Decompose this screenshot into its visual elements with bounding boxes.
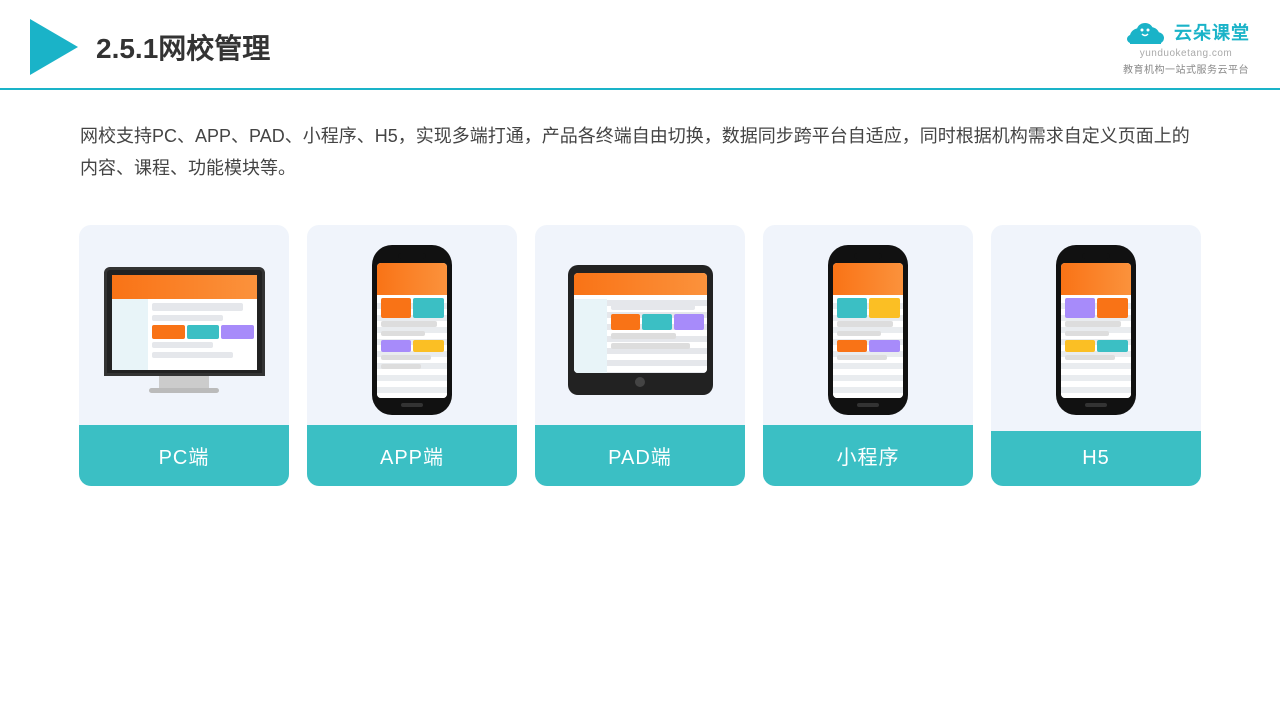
card-app-label: APP端	[307, 425, 517, 486]
phone-app-icon	[372, 245, 452, 415]
card-pad: PAD端	[535, 225, 745, 486]
brand-name: 云朵课堂	[1174, 19, 1250, 45]
header-left: 2.5.1网校管理	[30, 19, 270, 75]
card-pc-label: PC端	[79, 425, 289, 486]
brand-logo: 云朵课堂	[1122, 18, 1250, 46]
brand-section: 云朵课堂 yunduoketang.com 教育机构一站式服务云平台	[1122, 18, 1250, 76]
card-h5-label: H5	[991, 431, 1201, 486]
card-h5: H5	[991, 225, 1201, 486]
brand-url: yunduoketang.com	[1140, 48, 1233, 59]
card-miniapp: 小程序	[763, 225, 973, 486]
logo-icon	[30, 19, 78, 75]
phone-h5-icon	[1056, 245, 1136, 415]
pc-monitor-icon	[104, 267, 265, 393]
phone-miniapp-icon	[828, 245, 908, 415]
card-app-image	[307, 225, 517, 425]
cloud-icon	[1122, 18, 1168, 46]
card-h5-image	[991, 225, 1201, 425]
description-text: 网校支持PC、APP、PAD、小程序、H5，实现多端打通，产品各终端自由切换，数…	[0, 90, 1280, 195]
header: 2.5.1网校管理 云朵课堂 yunduoketang.com 教育机构一站式服…	[0, 0, 1280, 90]
card-pc-image	[79, 225, 289, 425]
card-pad-image	[535, 225, 745, 425]
card-pad-label: PAD端	[535, 425, 745, 486]
card-pc: PC端	[79, 225, 289, 486]
page-title: 2.5.1网校管理	[96, 27, 270, 67]
tablet-pad-icon	[568, 265, 713, 395]
brand-subtitle: 教育机构一站式服务云平台	[1123, 61, 1249, 76]
card-app: APP端	[307, 225, 517, 486]
card-miniapp-image	[763, 225, 973, 425]
cards-container: PC端	[0, 195, 1280, 516]
card-miniapp-label: 小程序	[763, 425, 973, 486]
